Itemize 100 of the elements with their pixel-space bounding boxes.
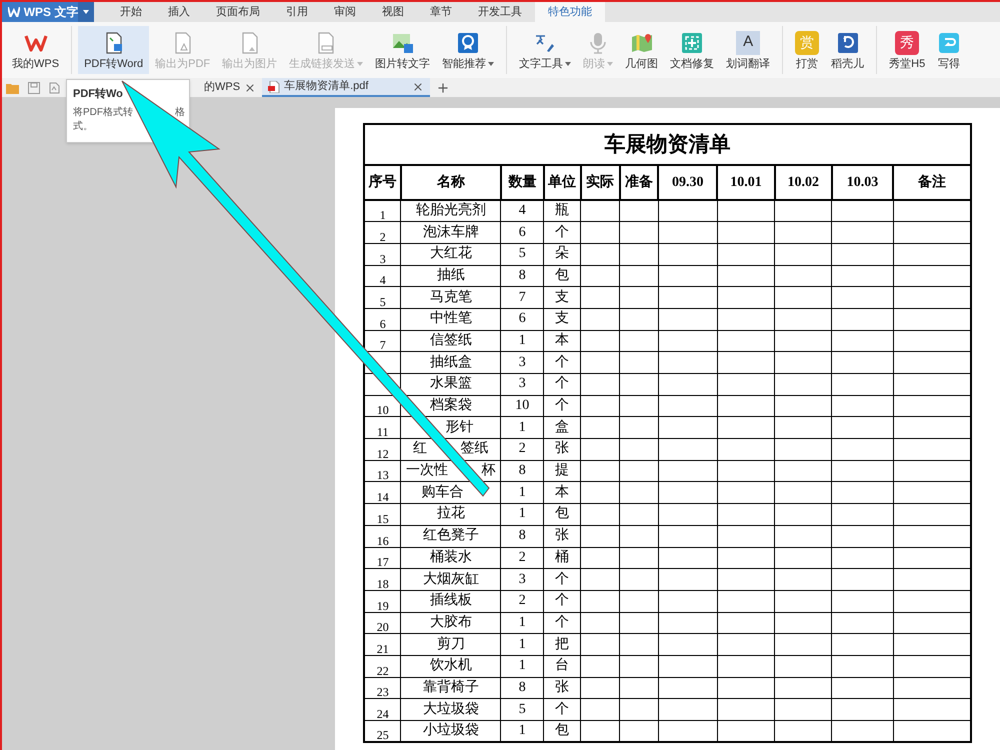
table-cell: 包 [544,265,581,287]
ribbon-button[interactable]: 稻壳儿 [825,26,870,74]
table-cell: 21 [364,634,401,656]
ribbon-button[interactable]: 赏 打赏 [789,26,826,74]
ribbon-button[interactable]: PDF转Word [78,26,150,74]
table-cell: 6 [500,308,544,330]
table-cell: 4 [364,265,401,287]
table-cell: 桶 [544,547,581,569]
table-cell: 大烟灰缸 [400,568,501,590]
column-header: 备注 [893,165,971,200]
table-cell: 4 [500,200,544,222]
table-cell: 8 [500,525,544,547]
document-title: 车展物资清单 [604,132,730,156]
table-cell: 个 [544,698,581,720]
show-icon: 秀 [895,30,920,54]
table-cell: 20 [364,612,401,634]
table-cell: 6 [364,308,401,330]
table-cell: 红色凳子 [400,525,501,547]
table-cell: 个 [544,568,581,590]
table-cell: 14 [364,482,401,504]
column-header: 10.01 [717,165,775,200]
document-tab[interactable]: 车展物资清单.pdf [262,78,430,97]
table-cell: 个 [544,590,581,612]
table-cell: 10 [500,395,544,417]
column-header: 序号 [364,165,401,200]
table-cell: 个 [544,612,581,634]
table-cell: 6 [500,222,544,244]
menu-tab[interactable]: 审阅 [321,2,369,22]
menu-tab[interactable]: 开发工具 [465,2,535,22]
ribbon-button[interactable]: 几何图 [619,26,664,74]
new-tab-icon[interactable] [436,80,450,94]
table-cell: 饮水机 [400,655,501,678]
menu-tab[interactable]: 特色功能 [535,2,605,22]
ribbon-button[interactable]: 秀 秀堂H5 [883,26,932,74]
column-header: 10.02 [774,165,832,200]
write-icon [937,30,962,54]
ribbon-button[interactable]: 写得 [931,26,968,74]
menu-tab[interactable]: 章节 [417,2,465,22]
ribbon-button[interactable]: A 划词翻译 [720,26,776,74]
table-cell: 靠背椅子 [400,677,501,699]
column-header: 名称 [400,165,501,200]
ribbon-button[interactable]: 图片转文字 [369,26,436,74]
table-cell: 张 [544,438,581,460]
table-cell: 桶装水 [400,547,501,569]
table-cell: 8 [500,460,544,482]
table-cell: 瓶 [544,200,581,222]
menu-tab[interactable]: 引用 [273,2,321,22]
wps-logo-icon [8,7,20,17]
table-cell: 抽纸盒 [400,352,501,374]
table-cell: 支 [544,308,581,330]
table-cell: 本 [544,482,581,504]
app-menu-button[interactable]: WPS 文字 [2,2,94,22]
table-cell: 本 [544,330,581,352]
ribbon-button[interactable]: 文字工具 [513,26,578,74]
close-icon[interactable] [412,80,424,92]
table-cell: 19 [364,590,401,612]
table-cell: 1 [364,200,401,222]
table-cell: 18 [364,568,401,590]
table-cell: 3 [500,352,544,374]
table-cell: 盒 [544,416,581,439]
table-cell: 1 [500,416,544,439]
close-icon[interactable] [244,82,256,94]
table-cell: 台 [544,655,581,678]
table-cell: 大红花 [400,243,501,266]
table-cell: 提 [544,460,581,482]
table-cell: 3 [364,243,401,266]
table-cell: 3 [500,374,544,396]
table-cell: 13 [364,460,401,482]
menu-tab[interactable]: 插入 [155,2,203,22]
table-cell: 3 [500,568,544,590]
caret-icon [83,10,90,14]
table-cell: 15 [364,504,401,526]
ribbon-button[interactable]: 智能推荐 [436,26,500,74]
document-tab[interactable]: 的WPS [198,78,262,97]
translate-icon: A [736,30,760,54]
table-cell: 5 [500,243,544,266]
table-cell: 5 [364,286,401,308]
table-cell: 17 [364,547,401,569]
ribbon-button[interactable]: 我的WPS [6,26,66,74]
column-header: 数量 [500,165,544,200]
shell-icon [836,30,860,54]
menu-tab[interactable]: 开始 [107,2,155,22]
ribbon-button[interactable]: 文档修复 [664,26,720,74]
table-cell: 2 [500,590,544,612]
column-header: 准备 [620,165,658,200]
table-cell: 24 [364,698,401,720]
table-cell: 1 [500,634,544,656]
tooltip-title: PDF转Wo [73,86,124,102]
table-cell: 个 [544,395,581,417]
table-cell: 把 [544,634,581,656]
menu-tab[interactable]: 视图 [369,2,417,22]
table-cell: 轮胎光亮剂 [400,200,501,222]
table-cell: 2 [500,438,544,460]
table-cell: 2 [500,547,544,569]
table-cell: 12 [364,438,401,460]
table-cell: 中性笔 [400,308,501,330]
table-cell: 信签纸 [400,330,501,352]
badge-icon [456,30,480,54]
table-cell: 8 [500,677,544,699]
menu-tab[interactable]: 页面布局 [203,2,273,22]
